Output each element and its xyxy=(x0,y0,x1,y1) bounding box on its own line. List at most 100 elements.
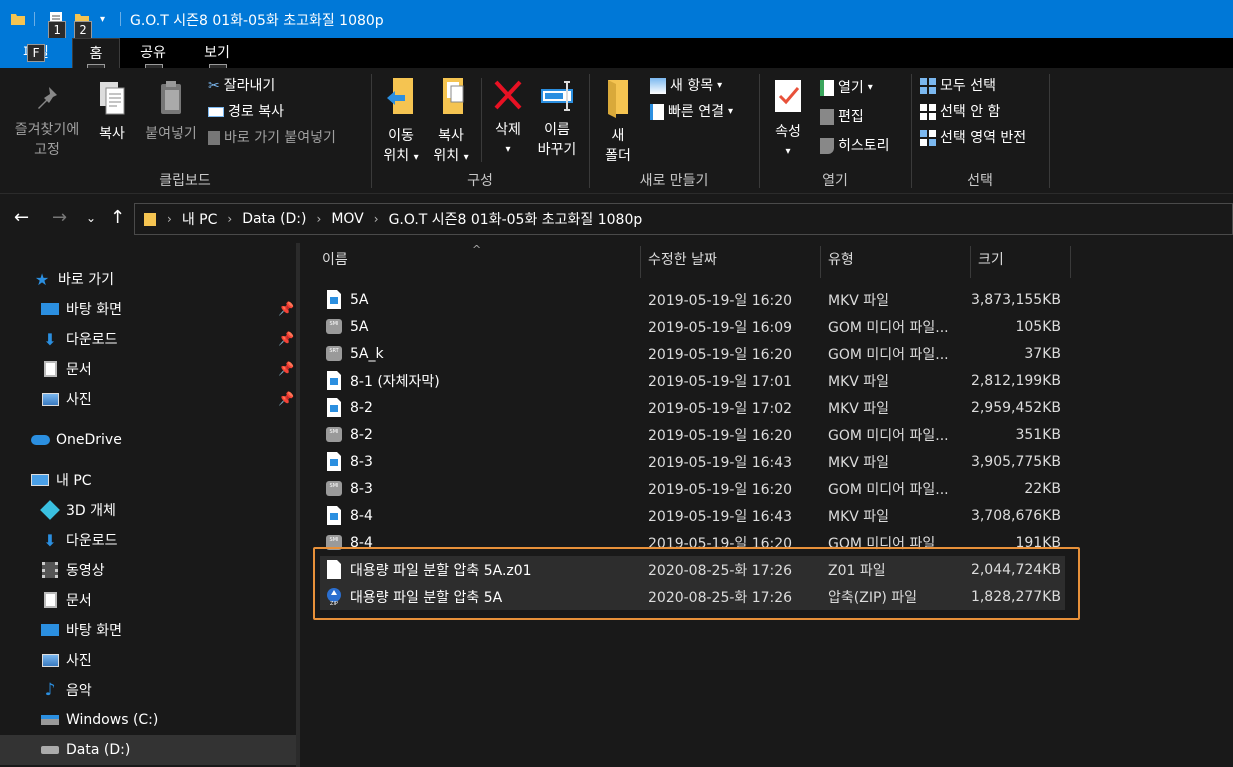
file-row[interactable]: 5A 2019-05-19-일 16:20 MKV 파일 3,873,155KB xyxy=(320,286,1065,313)
cut-button[interactable]: ✂ 잘라내기 xyxy=(208,76,275,96)
back-arrow-icon[interactable]: ← xyxy=(14,207,29,228)
up-arrow-icon[interactable]: ↑ xyxy=(110,207,125,228)
ribbon: 즐겨찾기에 고정 복사 붙여넣기 ✂ 잘라내기 경로 복사 바로 가기 붙여넣기 … xyxy=(0,68,1233,194)
dropdown-arrow-icon: ▾ xyxy=(717,80,723,91)
file-row[interactable]: SMI 8-3 2019-05-19-일 16:20 GOM 미디어 파일... 22K… xyxy=(320,475,1065,502)
file-date: 2019-05-19-일 16:20 xyxy=(648,427,793,444)
new-item-icon xyxy=(650,78,666,94)
paste-button[interactable]: 붙여넣기 xyxy=(138,78,204,144)
column-divider[interactable] xyxy=(820,246,821,278)
history-label: 히스토리 xyxy=(838,138,890,154)
column-header-name[interactable]: 이름 xyxy=(316,250,640,278)
breadcrumb-this-pc[interactable]: 내 PC xyxy=(182,209,218,229)
delete-button[interactable]: 삭제 ▾ xyxy=(488,78,528,160)
file-size: 22KB xyxy=(1024,480,1061,497)
sidebar-item-data-d[interactable]: Data (D:) xyxy=(0,735,296,765)
pin-icon[interactable]: 📌 xyxy=(278,302,294,317)
recent-locations-chevron-icon[interactable]: ⌄ xyxy=(86,211,96,225)
properties-button[interactable]: 속성 ▾ xyxy=(768,78,808,162)
new-folder-button[interactable]: 새 폴더 xyxy=(598,76,638,166)
edit-button[interactable]: 편집 xyxy=(820,107,864,127)
file-type: GOM 미디어 파일... xyxy=(828,346,949,363)
download-arrow-icon: ⬇ xyxy=(43,329,57,349)
column-divider[interactable] xyxy=(970,246,971,278)
qat-divider xyxy=(34,12,35,26)
column-divider[interactable] xyxy=(1070,246,1071,278)
sidebar-item-music[interactable]: ♪ 음악 xyxy=(0,675,296,705)
copy-label: 복사 xyxy=(99,126,125,142)
sidebar-item-desktop[interactable]: 바탕 화면 📌 xyxy=(0,294,296,324)
file-row[interactable]: SMI 5A 2019-05-19-일 16:09 GOM 미디어 파일... 105K… xyxy=(320,313,1065,340)
title-bar: ▾ 1 2 G.O.T 시즌8 01화-05화 초고화질 1080p xyxy=(0,0,1233,39)
copy-to-button[interactable]: 복사 위치 ▾ xyxy=(428,76,474,168)
select-all-button[interactable]: 모두 선택 xyxy=(920,76,996,96)
file-row[interactable]: 8-4 2019-05-19-일 16:43 MKV 파일 3,708,676KB xyxy=(320,502,1065,529)
breadcrumb-mov[interactable]: MOV xyxy=(331,211,363,227)
ribbon-tabs: 파일 홈 공유 보기 F H S V xyxy=(0,38,1233,82)
column-header-type[interactable]: 유형 xyxy=(822,250,970,278)
sidebar-item-3d-objects[interactable]: 3D 개체 xyxy=(0,495,296,525)
file-name: 8-3 xyxy=(350,453,373,470)
customize-qat-icon[interactable]: ▾ xyxy=(100,9,105,29)
pin-icon[interactable]: 📌 xyxy=(278,332,294,347)
dropdown-arrow-icon: ▾ xyxy=(505,144,511,155)
new-group-label: 새로 만들기 xyxy=(639,173,709,189)
file-size: 3,708,676KB xyxy=(970,507,1061,524)
column-divider[interactable] xyxy=(640,246,641,278)
pin-icon[interactable]: 📌 xyxy=(278,392,294,407)
paste-shortcut-icon xyxy=(208,131,220,145)
file-row[interactable]: 8-2 2019-05-19-일 17:02 MKV 파일 2,959,452KB xyxy=(320,394,1065,421)
file-date: 2019-05-19-일 16:43 xyxy=(648,454,793,471)
sidebar-item-downloads[interactable]: ⬇ 다운로드 📌 xyxy=(0,324,296,354)
forward-arrow-icon[interactable]: → xyxy=(52,207,67,228)
column-header-date[interactable]: 수정한 날짜 xyxy=(642,250,820,278)
breadcrumb-current-folder[interactable]: G.O.T 시즌8 01화-05화 초고화질 1080p xyxy=(389,209,643,229)
breadcrumb-separator-icon: › xyxy=(316,212,322,226)
select-group-label: 선택 xyxy=(967,173,993,189)
sidebar-item-pc-pictures[interactable]: 사진 xyxy=(0,645,296,675)
new-item-button[interactable]: 새 항목 ▾ xyxy=(650,76,722,96)
sidebar-item-quick-access[interactable]: ★ 바로 가기 xyxy=(0,264,296,294)
breadcrumb-separator-icon: › xyxy=(227,212,233,226)
invert-selection-button[interactable]: 선택 영역 반전 xyxy=(920,128,1026,148)
folder-icon xyxy=(144,213,156,226)
open-button[interactable]: 열기 ▾ xyxy=(820,78,873,98)
sidebar-item-pc-downloads[interactable]: ⬇ 다운로드 xyxy=(0,525,296,555)
pin-icon[interactable]: 📌 xyxy=(278,362,294,377)
breadcrumb-data-d[interactable]: Data (D:) xyxy=(242,211,306,227)
easy-access-button[interactable]: 빠른 연결 ▾ xyxy=(650,102,733,122)
column-header-size[interactable]: 크기 xyxy=(972,250,1070,278)
sidebar-item-onedrive[interactable]: OneDrive xyxy=(0,425,296,455)
address-bar[interactable]: › 내 PC › Data (D:) › MOV › G.O.T 시즌8 01화… xyxy=(134,203,1233,235)
sidebar-item-videos[interactable]: 동영상 xyxy=(0,555,296,585)
sidebar-item-pc-documents[interactable]: 문서 xyxy=(0,585,296,615)
move-to-button[interactable]: 이동 위치 ▾ xyxy=(378,76,424,168)
rename-button[interactable]: 이름 바꾸기 xyxy=(534,78,580,160)
pin-to-quick-access-button[interactable]: 즐겨찾기에 고정 xyxy=(8,84,86,160)
sidebar-item-windows-c[interactable]: Windows (C:) xyxy=(0,705,296,735)
file-row[interactable]: 8-3 2019-05-19-일 16:43 MKV 파일 3,905,775KB xyxy=(320,448,1065,475)
windows-drive-icon xyxy=(40,710,60,730)
paste-shortcut-button[interactable]: 바로 가기 붙여넣기 xyxy=(208,128,336,148)
file-date: 2019-05-19-일 16:09 xyxy=(648,319,793,336)
title-divider xyxy=(120,12,121,26)
sidebar-item-label: Windows (C:) xyxy=(66,712,159,728)
sidebar-item-label: 내 PC xyxy=(56,473,92,489)
svg-text:SMI: SMI xyxy=(330,483,339,489)
history-button[interactable]: 히스토리 xyxy=(820,136,890,156)
file-row[interactable]: SMI 8-2 2019-05-19-일 16:20 GOM 미디어 파일... 351… xyxy=(320,421,1065,448)
sidebar-item-pictures[interactable]: 사진 📌 xyxy=(0,384,296,414)
file-row[interactable]: 8-1 (자체자막) 2019-05-19-일 17:01 MKV 파일 2,812,… xyxy=(320,367,1065,394)
copy-button[interactable]: 복사 xyxy=(92,78,132,144)
file-size: 105KB xyxy=(1015,318,1061,335)
sidebar-item-this-pc[interactable]: 내 PC xyxy=(0,465,296,495)
file-row[interactable]: SRT 5A_k 2019-05-19-일 16:20 GOM 미디어 파일... 37… xyxy=(320,340,1065,367)
sidebar-item-label: 음악 xyxy=(66,683,92,699)
sidebar-item-documents[interactable]: 문서 📌 xyxy=(0,354,296,384)
properties-label: 속성 xyxy=(775,124,801,140)
select-none-button[interactable]: 선택 안 함 xyxy=(920,102,1000,122)
new-item-label: 새 항목 xyxy=(670,78,714,94)
cube-3d-icon xyxy=(40,500,60,520)
sidebar-item-pc-desktop[interactable]: 바탕 화면 xyxy=(0,615,296,645)
copy-path-button[interactable]: 경로 복사 xyxy=(208,102,284,122)
